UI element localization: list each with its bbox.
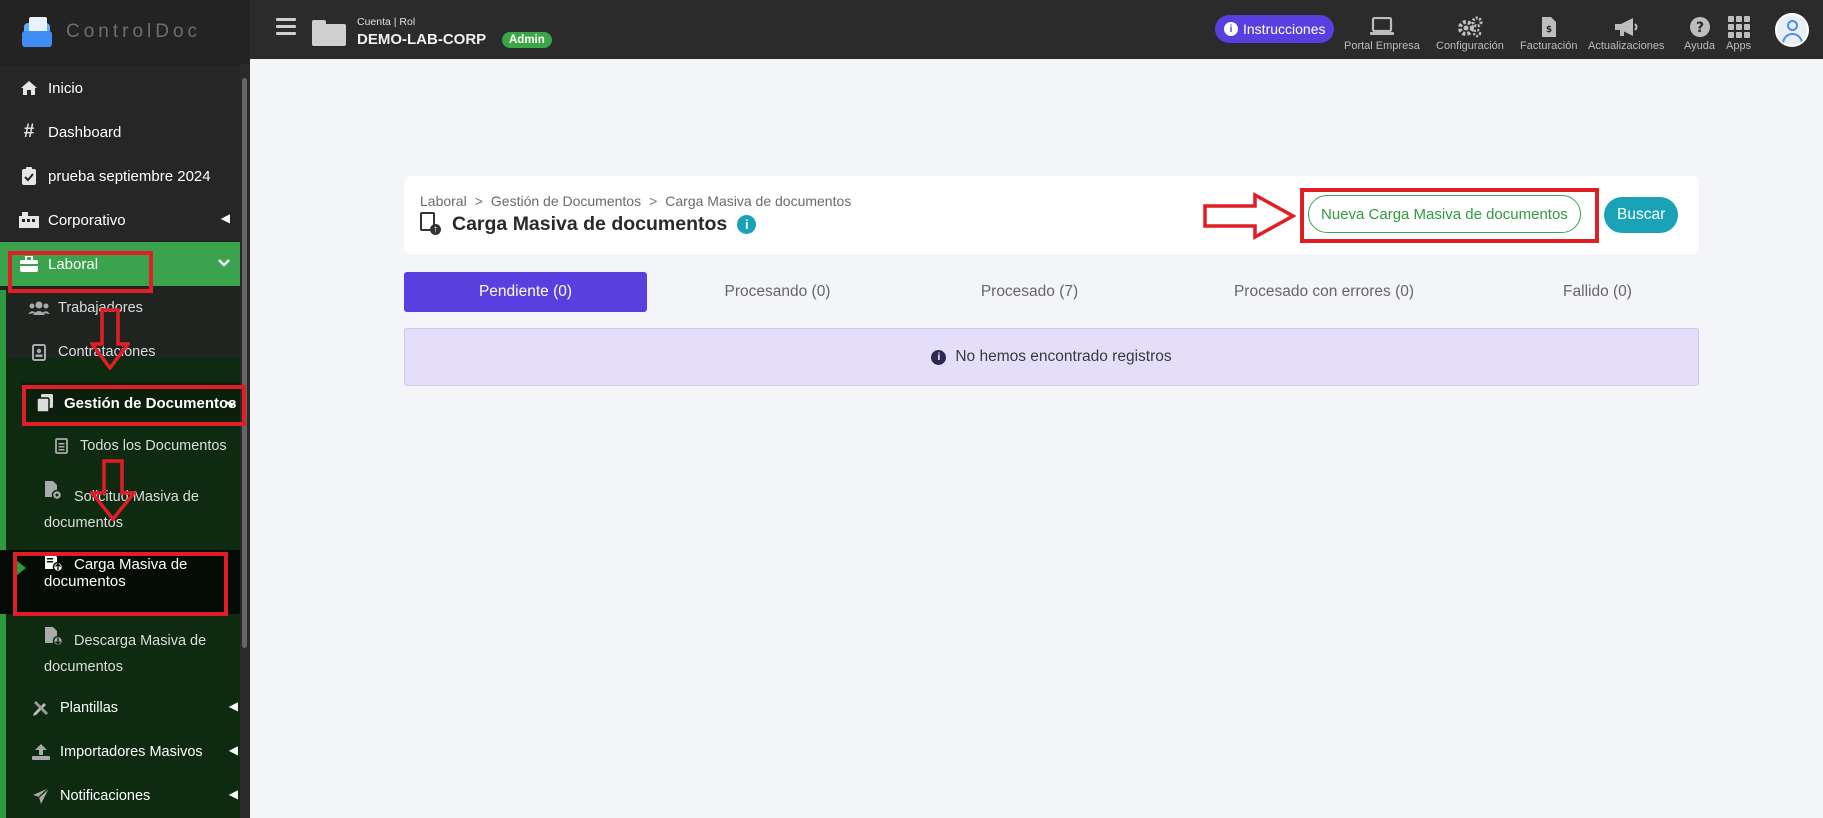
hamburger-menu-icon[interactable] (276, 18, 296, 36)
nav-apps[interactable]: Apps (1726, 14, 1751, 52)
title-row: ↑ Carga Masiva de documentos i (420, 212, 757, 236)
sidebar-item-label: Notificaciones (60, 788, 151, 804)
nav-ayuda[interactable]: ? Ayuda (1684, 14, 1715, 52)
sidebar-item-label: Descarga Masiva de documentos (44, 633, 207, 675)
file-lines-icon (50, 435, 72, 457)
hash-icon: # (23, 121, 35, 142)
sidebar-item-prueba[interactable]: prueba septiembre 2024 (0, 154, 240, 198)
clipboard-check-icon (18, 165, 40, 187)
tab-pendiente[interactable]: Pendiente (0) (404, 272, 647, 312)
status-tabs: Pendiente (0) Procesando (0) Procesado (… (404, 272, 1699, 312)
sidebar-item-label: Solicitud Masiva de documentos (44, 489, 199, 531)
sidebar-item-label: Inicio (48, 79, 84, 97)
annotation-arrow-right-icon (1203, 192, 1297, 240)
sidebar-item-label: prueba septiembre 2024 (48, 167, 211, 185)
breadcrumb-separator: > (474, 193, 483, 209)
sidebar-item-label: Plantillas (60, 700, 119, 716)
brand-name: ControlDoc (66, 21, 202, 42)
sidebar-item-label: Dashboard (48, 123, 122, 141)
breadcrumb-item[interactable]: Laboral (420, 193, 467, 209)
apps-grid-icon (1727, 14, 1750, 40)
chevron-left-icon: ◀ (228, 787, 238, 801)
sidebar-menu: Inicio # Dashboard prueba septiembre 202… (0, 66, 240, 818)
chevron-left-icon: ◀ (228, 743, 238, 757)
empty-state-alert: i No hemos encontrado registros (404, 328, 1699, 386)
sidebar-scrollbar-thumb[interactable] (242, 78, 247, 648)
sidebar-item-label: Todos los Documentos (80, 438, 227, 454)
folder-icon (312, 20, 348, 48)
sidebar-item-importadores[interactable]: Importadores Masivos ◀ (0, 730, 240, 774)
sidebar-item-dashboard[interactable]: # Dashboard (0, 110, 240, 154)
tab-procesando[interactable]: Procesando (0) (656, 272, 899, 312)
instructions-button[interactable]: i Instrucciones (1215, 15, 1335, 43)
help-icon: ? (1689, 14, 1711, 40)
breadcrumb: Laboral > Gestión de Documentos > Carga Masi… (420, 193, 851, 209)
controldoc-logo-icon (22, 17, 52, 47)
sidebar-item-descarga-masiva[interactable]: Descarga Masiva de documentos (0, 622, 240, 686)
tab-procesado[interactable]: Procesado (7) (908, 272, 1151, 312)
annotation-box-carga (13, 552, 228, 616)
home-icon (18, 77, 40, 99)
gears-icon (1456, 14, 1484, 40)
nav-label: Portal Empresa (1344, 40, 1420, 52)
file-upload-icon: ↑ (420, 212, 441, 236)
annotation-box-laboral (8, 251, 153, 293)
role-badge: Admin (502, 32, 552, 48)
svg-text:?: ? (1695, 20, 1703, 36)
sidebar-item-plantillas[interactable]: Plantillas ◀ (0, 686, 240, 730)
paper-plane-icon (30, 785, 52, 807)
nav-actualizaciones[interactable]: Actualizaciones (1588, 14, 1664, 52)
upload-icon (30, 741, 52, 763)
account-name[interactable]: DEMO-LAB-CORP (357, 31, 486, 48)
nav-label: Configuración (1436, 40, 1504, 52)
laptop-icon (1369, 14, 1395, 40)
chevron-left-icon: ◀ (220, 211, 230, 225)
sidebar-item-corporativo[interactable]: Corporativo ◀ (0, 198, 240, 242)
annotation-box-nueva-button (1300, 188, 1599, 243)
annotation-arrow-down-icon (90, 308, 130, 370)
user-avatar[interactable] (1775, 13, 1809, 47)
nav-label: Facturación (1520, 40, 1578, 52)
invoice-icon: $ (1541, 14, 1557, 40)
annotation-arrow-down-icon (90, 459, 136, 521)
breadcrumb-item-current: Carga Masiva de documentos (665, 193, 852, 209)
page-title: Carga Masiva de documentos (452, 212, 728, 235)
chevron-left-icon: ◀ (228, 699, 238, 713)
nav-label: Apps (1726, 40, 1752, 52)
sidebar-item-label: Corporativo (48, 211, 126, 229)
brand[interactable]: ControlDoc (0, 0, 250, 64)
info-icon[interactable]: i (737, 214, 757, 234)
chevron-down-icon (218, 256, 230, 270)
nav-label: Ayuda (1684, 40, 1715, 52)
annotation-box-gestion (22, 385, 246, 426)
breadcrumb-item[interactable]: Gestión de Documentos (491, 193, 641, 209)
id-card-icon (28, 341, 50, 363)
instructions-label: Instrucciones (1243, 21, 1326, 37)
pencil-ruler-icon (30, 697, 52, 719)
breadcrumb-separator: > (649, 193, 658, 209)
top-header: Cuenta | Rol DEMO-LAB-CORP Admin i Instr… (250, 0, 1823, 59)
info-icon: i (931, 349, 947, 365)
building-icon (18, 209, 40, 231)
tab-procesado-con-errores[interactable]: Procesado con errores (0) (1174, 272, 1474, 312)
megaphone-icon (1613, 14, 1639, 40)
search-button[interactable]: Buscar (1604, 197, 1679, 233)
nav-configuracion[interactable]: Configuración (1436, 14, 1504, 52)
sidebar-item-notificaciones[interactable]: Notificaciones ◀ (0, 774, 240, 818)
nav-label: Actualizaciones (1588, 40, 1665, 52)
sidebar-item-label: Importadores Masivos (60, 744, 203, 760)
nav-facturacion[interactable]: $ Facturación (1520, 14, 1577, 52)
nav-portal-empresa[interactable]: Portal Empresa (1344, 14, 1420, 52)
sidebar-item-inicio[interactable]: Inicio (0, 66, 240, 110)
account-label: Cuenta | Rol (357, 16, 416, 28)
empty-message: No hemos encontrado registros (955, 348, 1172, 365)
svg-text:$: $ (1546, 25, 1552, 35)
users-icon (28, 297, 50, 319)
tab-fallido[interactable]: Fallido (0) (1476, 272, 1719, 312)
info-icon: i (1224, 22, 1238, 36)
